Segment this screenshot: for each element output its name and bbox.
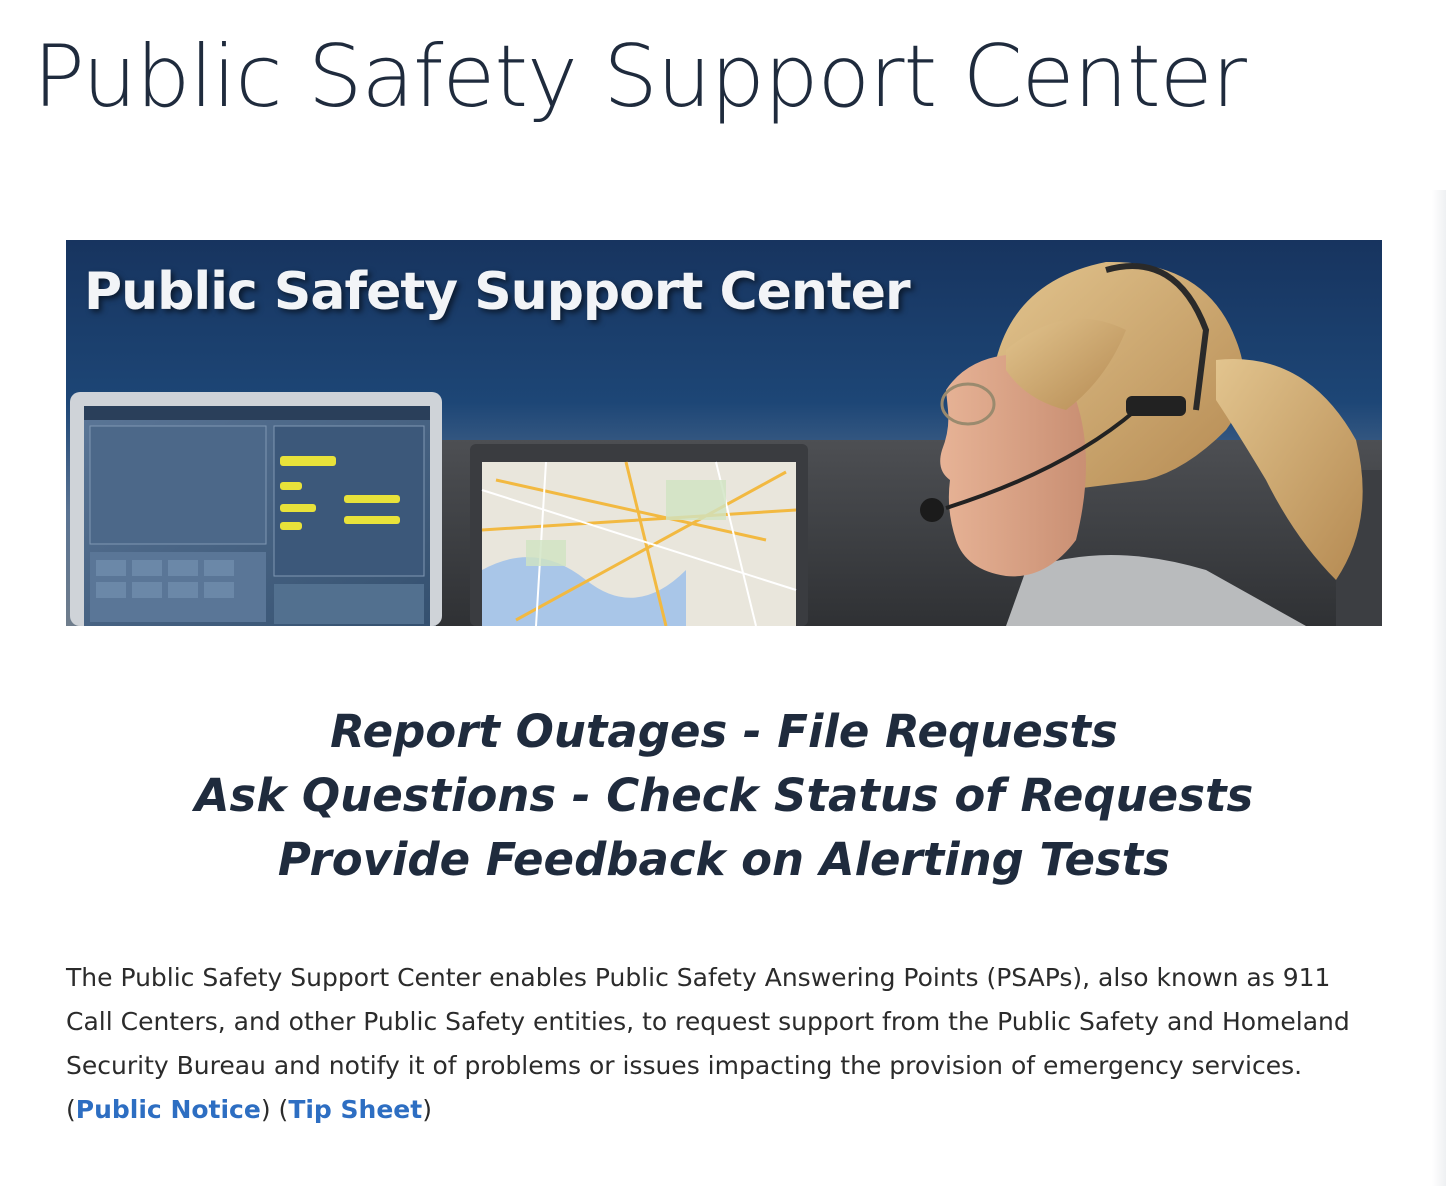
page-title: Public Safety Support Center xyxy=(33,27,1247,127)
tagline: Report Outages - File Requests Ask Quest… xyxy=(66,700,1382,892)
tagline-line-2: Ask Questions - Check Status of Requests xyxy=(194,769,1254,822)
tagline-line-1: Report Outages - File Requests xyxy=(330,705,1118,758)
intro-separator: ) ( xyxy=(260,1095,289,1124)
tip-sheet-link[interactable]: Tip Sheet xyxy=(288,1095,422,1124)
map-monitor xyxy=(470,444,808,626)
left-monitor xyxy=(70,392,442,626)
banner-image: Public Safety Support Center xyxy=(66,240,1382,626)
page: Public Safety Support Center Public Safe… xyxy=(0,0,1446,1186)
public-notice-link[interactable]: Public Notice xyxy=(76,1095,261,1124)
scrollbar-track[interactable] xyxy=(1432,190,1446,1186)
tagline-line-3: Provide Feedback on Alerting Tests xyxy=(277,833,1171,886)
intro-paragraph: The Public Safety Support Center enables… xyxy=(66,956,1382,1132)
banner-title: Public Safety Support Center xyxy=(84,262,911,322)
intro-end: ) xyxy=(422,1095,432,1124)
